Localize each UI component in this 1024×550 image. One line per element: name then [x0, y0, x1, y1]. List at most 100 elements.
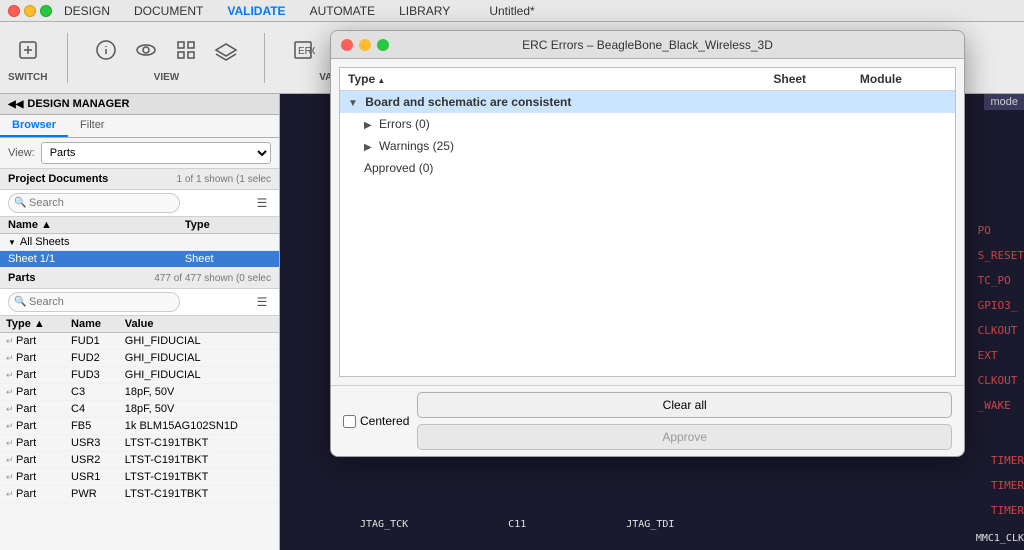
project-search-input[interactable]: [8, 193, 180, 213]
approve-button[interactable]: Approve: [417, 424, 952, 450]
view-layers-button[interactable]: [208, 32, 244, 68]
erc-title-text: ERC Errors – BeagleBone_Black_Wireless_3…: [522, 38, 773, 52]
erc-row-errors[interactable]: ▶ Errors (0): [340, 113, 955, 135]
menu-library[interactable]: LIBRARY: [395, 2, 454, 20]
switch-button[interactable]: [10, 32, 46, 68]
mode-label: mode: [984, 94, 1024, 110]
close-window-icon[interactable]: [8, 5, 20, 17]
table-row: ↵ Part FUD3 GHI_FIDUCIAL: [0, 367, 279, 384]
minimize-window-icon[interactable]: [24, 5, 36, 17]
view-info-button[interactable]: [88, 32, 124, 68]
erc-title-bar: ERC Errors – BeagleBone_Black_Wireless_3…: [331, 31, 964, 59]
centered-checkbox[interactable]: [343, 415, 356, 428]
parts-col-type[interactable]: Type ▲: [0, 316, 65, 333]
erc-footer: Centered Clear all Approve: [331, 385, 964, 456]
erc-expand-warnings-icon[interactable]: ▶: [364, 142, 372, 153]
project-search-bar: ☰: [0, 190, 279, 217]
parts-search-wrap: [8, 292, 249, 312]
menu-document[interactable]: DOCUMENT: [130, 2, 207, 20]
table-row: ↵ Part PWR LTST-C191TBKT: [0, 486, 279, 503]
erc-row-consistent[interactable]: ▼ Board and schematic are consistent: [340, 91, 955, 114]
left-panel: ◀◀ DESIGN MANAGER Browser Filter View: P…: [0, 94, 280, 550]
parts-col-value[interactable]: Value: [119, 316, 279, 333]
tab-filter[interactable]: Filter: [68, 115, 116, 137]
clear-all-button[interactable]: Clear all: [417, 392, 952, 418]
design-manager-title: DESIGN MANAGER: [27, 98, 129, 110]
erc-row-approved-label: Approved (0): [340, 157, 765, 179]
parts-title: Parts: [8, 272, 36, 284]
menu-automate[interactable]: AUTOMATE: [306, 2, 380, 20]
erc-body: Type Sheet Module ▼ Board and schematic …: [331, 67, 964, 456]
erc-close-icon[interactable]: [341, 39, 353, 51]
erc-min-icon[interactable]: [359, 39, 371, 51]
net-labels-right: PO S_RESET TC_PO GPIO3_ CLKOUT EXT CLKOU…: [978, 224, 1024, 412]
menu-validate[interactable]: VALIDATE: [223, 2, 289, 20]
project-search-wrap: [8, 193, 249, 213]
erc-table: Type Sheet Module ▼ Board and schematic …: [340, 68, 955, 179]
maximize-window-icon[interactable]: [40, 5, 52, 17]
view-eye-button[interactable]: [128, 32, 164, 68]
erc-window-controls[interactable]: [341, 39, 389, 51]
erc-row-warnings[interactable]: ▶ Warnings (25): [340, 135, 955, 157]
table-row: ↵ Part USR3 LTST-C191TBKT: [0, 435, 279, 452]
table-row-selected[interactable]: Sheet 1/1 Sheet: [0, 251, 279, 268]
timer-label-3: TIMER: [991, 504, 1024, 517]
project-documents-title: Project Documents: [8, 173, 108, 185]
erc-col-sheet[interactable]: Sheet: [765, 68, 852, 91]
project-documents-table: Name ▲ Type ▼All Sheets Sheet 1/1 Sheet: [0, 217, 279, 268]
parts-section: Type ▲ Name Value ↵ Part FUD1 GHI_FIDUCI…: [0, 316, 279, 550]
window-title: Untitled*: [489, 4, 534, 18]
parts-table: Type ▲ Name Value ↵ Part FUD1 GHI_FIDUCI…: [0, 316, 279, 503]
erc-expand-errors-icon[interactable]: ▶: [364, 120, 372, 131]
net-label-2: S_RESET: [978, 249, 1024, 262]
erc-row-errors-label: ▶ Errors (0): [340, 113, 765, 135]
erc-expand-icon[interactable]: ▼: [348, 98, 358, 109]
expand-icon[interactable]: ▼: [8, 238, 16, 247]
tab-browser[interactable]: Browser: [0, 115, 68, 137]
net-label-1: PO: [978, 224, 1024, 237]
erc-row-approved[interactable]: Approved (0): [340, 157, 955, 179]
project-list-icon[interactable]: ☰: [253, 194, 271, 212]
erc-list-area[interactable]: Type Sheet Module ▼ Board and schematic …: [339, 67, 956, 377]
net-label-4: GPIO3_: [978, 299, 1024, 312]
project-documents-header: Project Documents 1 of 1 shown (1 selec: [0, 169, 279, 190]
bottom-label-2: C11: [508, 519, 526, 530]
parts-col-name[interactable]: Name: [65, 316, 119, 333]
sheet-name-cell: Sheet 1/1: [0, 251, 177, 268]
parts-search-input[interactable]: [8, 292, 180, 312]
timer-labels: TIMER TIMER TIMER: [991, 454, 1024, 517]
view-selector: View: Parts: [0, 138, 279, 169]
all-sheets-cell: ▼All Sheets: [0, 234, 177, 251]
svg-text:ERC: ERC: [298, 46, 315, 57]
parts-search-bar: ☰: [0, 289, 279, 316]
toolbar-group-view: VIEW: [88, 32, 244, 83]
validate-erc-button[interactable]: ERC: [285, 32, 321, 68]
erc-col-module[interactable]: Module: [852, 68, 955, 91]
window-controls[interactable]: [8, 5, 52, 17]
menu-design[interactable]: DESIGN: [60, 2, 114, 20]
timer-label-1: TIMER: [991, 454, 1024, 467]
parts-count: 477 of 477 shown (0 selec: [154, 273, 271, 284]
view-dropdown[interactable]: Parts: [41, 142, 271, 164]
parts-header: Parts 477 of 477 shown (0 selec: [0, 268, 279, 289]
centered-checkbox-wrap: Centered: [343, 414, 409, 428]
erc-col-type[interactable]: Type: [340, 68, 765, 91]
table-row: ▼All Sheets: [0, 234, 279, 251]
col-name[interactable]: Name ▲: [0, 217, 177, 234]
title-bar: DESIGN DOCUMENT VALIDATE AUTOMATE LIBRAR…: [0, 0, 1024, 22]
view-label: VIEW: [154, 72, 180, 83]
table-row: ↵ Part FUD1 GHI_FIDUCIAL: [0, 333, 279, 350]
col-type[interactable]: Type: [177, 217, 279, 234]
bottom-labels: JTAG_TCK C11 JTAG_TDI: [360, 519, 674, 530]
project-documents-count: 1 of 1 shown (1 selec: [177, 174, 272, 185]
net-label-8: _WAKE: [978, 399, 1024, 412]
menu-bar: DESIGN DOCUMENT VALIDATE AUTOMATE LIBRAR…: [60, 2, 454, 20]
net-label-6: EXT: [978, 349, 1024, 362]
view-grid-button[interactable]: [168, 32, 204, 68]
erc-max-icon[interactable]: [377, 39, 389, 51]
bottom-label-3: JTAG_TDI: [626, 519, 674, 530]
table-row: ↵ Part USR1 LTST-C191TBKT: [0, 469, 279, 486]
parts-list-icon[interactable]: ☰: [253, 293, 271, 311]
design-manager-header: ◀◀ DESIGN MANAGER: [0, 94, 279, 115]
timer-label-2: TIMER: [991, 479, 1024, 492]
